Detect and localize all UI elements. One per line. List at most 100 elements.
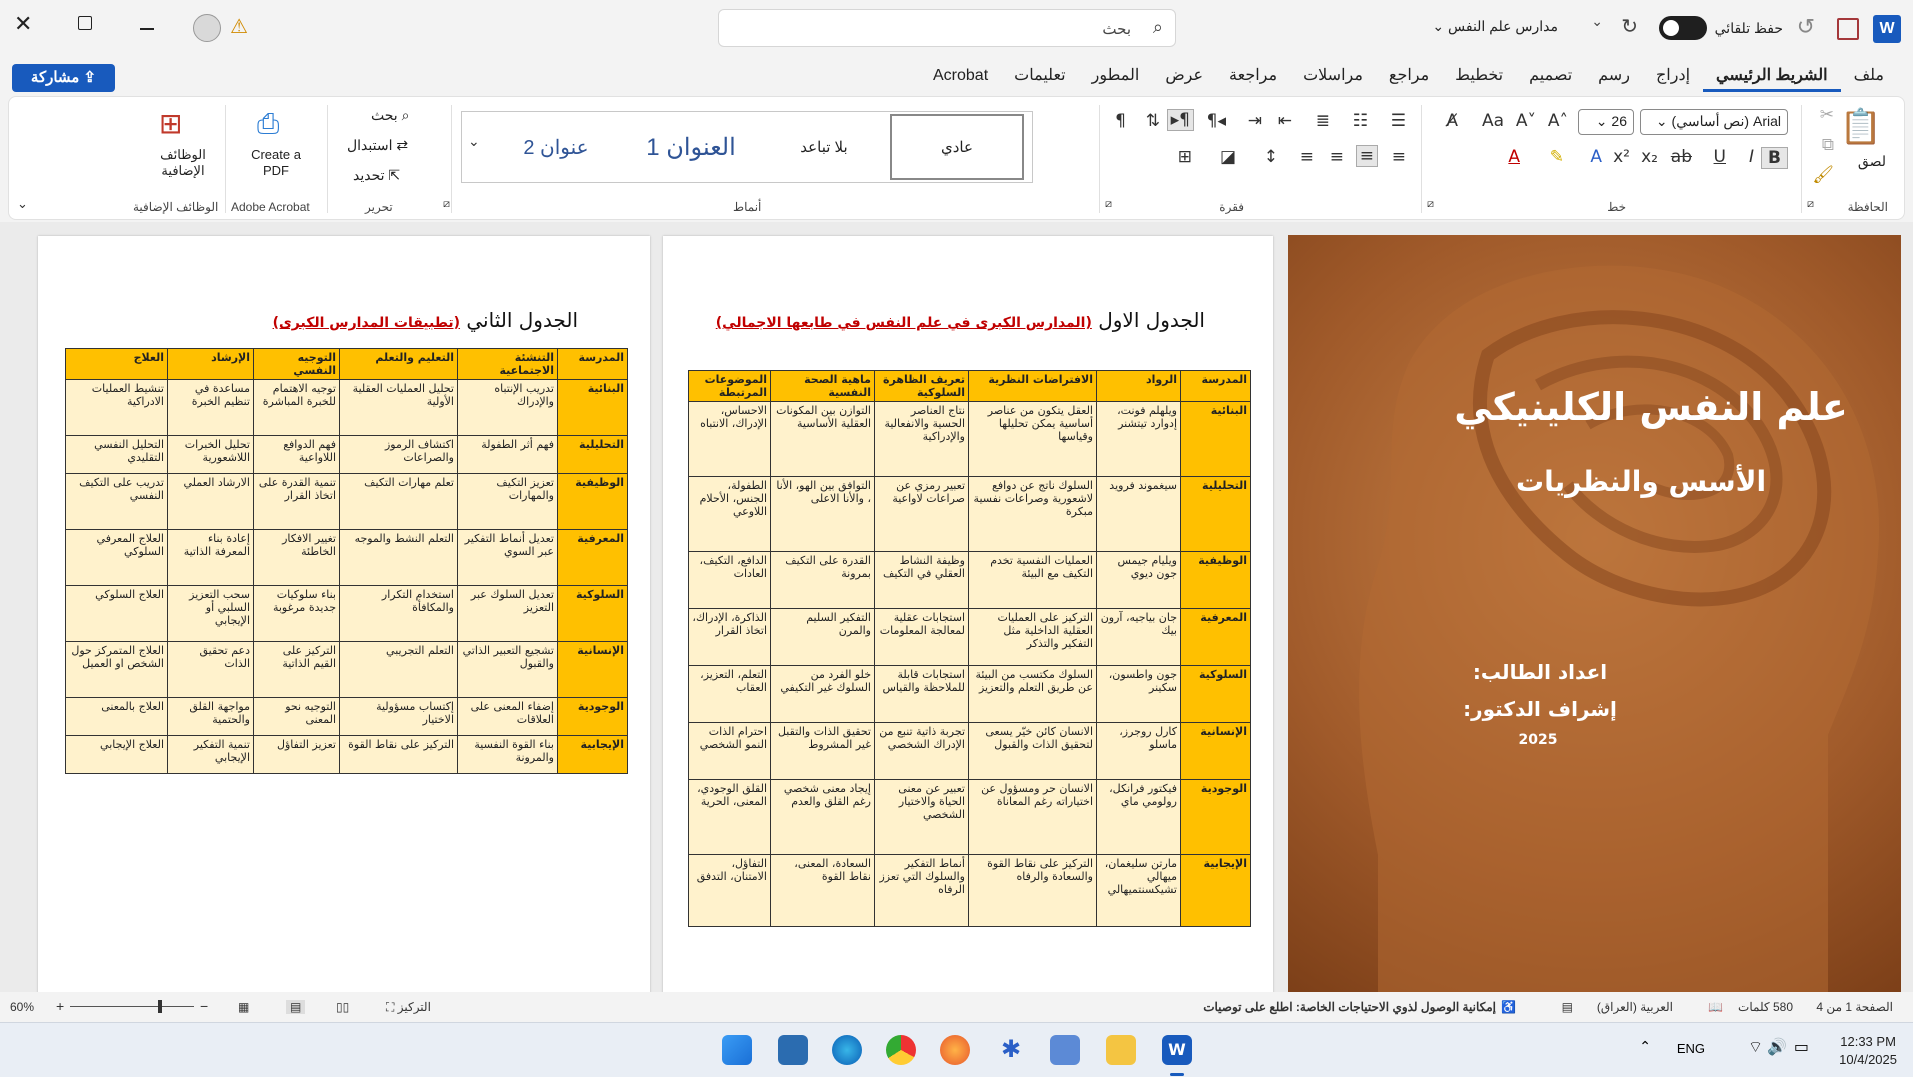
table-cell[interactable]: الطفولة، الجنس، الأحلام اللاوعي bbox=[688, 476, 771, 552]
table-cell[interactable]: تعبير رمزي عن صراعات لاواعية bbox=[874, 476, 969, 552]
table-cell[interactable]: مساعدة في تنظيم الخبرة bbox=[167, 379, 254, 436]
table-header-cell[interactable]: التعليم والتعلم bbox=[339, 348, 458, 380]
table-cell[interactable]: القدرة على التكيف بمرونة bbox=[770, 551, 875, 609]
strikethrough-icon[interactable]: ab bbox=[1671, 147, 1692, 167]
sort-icon[interactable]: ⇅ bbox=[1146, 111, 1160, 131]
table-cell[interactable]: العمليات النفسية تخدم التكيف مع البيئة bbox=[968, 551, 1097, 609]
security-app-icon[interactable] bbox=[778, 1035, 808, 1065]
format-painter-icon[interactable]: 🖌 bbox=[1812, 165, 1834, 185]
copy-icon[interactable]: ⧉ bbox=[1822, 135, 1834, 155]
start-icon[interactable] bbox=[722, 1035, 752, 1065]
table-cell[interactable]: بناء القوة النفسية والمرونة bbox=[457, 735, 558, 774]
table-cell[interactable]: تجربة ذاتية تنبع من الإدراك الشخصي bbox=[874, 722, 969, 780]
input-language[interactable]: ENG bbox=[1677, 1041, 1705, 1056]
table-row-header[interactable]: السلوكية bbox=[1180, 665, 1251, 723]
table-row-header[interactable]: السلوكية bbox=[557, 585, 628, 642]
text-effects-icon[interactable]: A bbox=[1590, 147, 1602, 167]
style-heading-1[interactable]: العنوان 1 bbox=[622, 112, 760, 182]
table-row-header[interactable]: التحليلية bbox=[557, 435, 628, 474]
table-cell[interactable]: الدافع، التكيف، العادات bbox=[688, 551, 771, 609]
table-cell[interactable]: سيغموند فرويد bbox=[1096, 476, 1181, 552]
page-count[interactable]: الصفحة 1 من 4 bbox=[1816, 1000, 1893, 1014]
grow-font-icon[interactable]: A˄ bbox=[1548, 111, 1568, 131]
volume-icon[interactable]: 🔊 bbox=[1767, 1037, 1787, 1056]
table-cell[interactable]: القلق الوجودي، المعنى، الحرية bbox=[688, 779, 771, 855]
wifi-icon[interactable]: ⌔ bbox=[1748, 1037, 1763, 1057]
table-cell[interactable]: تحليل العمليات العقلية الأولية bbox=[339, 379, 458, 436]
avatar[interactable] bbox=[193, 14, 221, 42]
table-cell[interactable]: توجيه الاهتمام للخبرة المباشرة bbox=[253, 379, 340, 436]
addins-button[interactable]: الوظائف الإضافية bbox=[147, 147, 219, 179]
table-cell[interactable]: التوازن بين المكونات العقلية الأساسية bbox=[770, 401, 875, 477]
table-row-header[interactable]: البنائية bbox=[1180, 401, 1251, 477]
table-cell[interactable]: أنماط التفكير والسلوك التي تعزز الرفاه bbox=[874, 854, 969, 927]
chrome-icon[interactable] bbox=[886, 1035, 916, 1065]
table-header-cell[interactable]: ماهية الصحة النفسية bbox=[770, 370, 875, 402]
table-header-cell[interactable]: الموضوعات المرتبطة bbox=[688, 370, 771, 402]
show-marks-icon[interactable]: ¶ bbox=[1115, 111, 1126, 131]
table-cell[interactable]: الاحساس، الإدراك، الانتباه bbox=[688, 401, 771, 477]
table-cell[interactable]: إعادة بناء المعرفة الذاتية bbox=[167, 529, 254, 586]
table-row-header[interactable]: البنائية bbox=[557, 379, 628, 436]
table-cell[interactable]: العلاج المتمركز حول الشخص او العميل bbox=[65, 641, 168, 698]
save-icon[interactable] bbox=[1837, 18, 1859, 40]
table-header-cell[interactable]: الافتراضات النظرية bbox=[968, 370, 1097, 402]
table-row-header[interactable]: الإنسانية bbox=[557, 641, 628, 698]
zoom-in-icon[interactable]: + bbox=[56, 998, 64, 1014]
table-cell[interactable]: احترام الذات النمو الشخصي bbox=[688, 722, 771, 780]
tab-home[interactable]: الشريط الرئيسي bbox=[1703, 66, 1841, 92]
decrease-indent-icon[interactable]: ⇤ bbox=[1278, 111, 1292, 131]
customize-toolbar-icon[interactable]: ⌄ bbox=[1591, 14, 1603, 30]
table-cell[interactable]: فهم أثر الطفولة bbox=[457, 435, 558, 474]
table-cell[interactable]: تعبير عن معنى الحياة والاختيار الشخصي bbox=[874, 779, 969, 855]
restore-icon[interactable] bbox=[78, 16, 92, 30]
table-cell[interactable]: تنشيط العمليات الادراكية bbox=[65, 379, 168, 436]
autosave-toggle[interactable] bbox=[1658, 16, 1707, 40]
table-row-header[interactable]: الوظيفية bbox=[557, 473, 628, 530]
paste-icon[interactable]: 📋 bbox=[1840, 107, 1882, 147]
read-mode-icon[interactable]: ▯▯ bbox=[336, 1000, 349, 1014]
web-layout-icon[interactable]: ▦ bbox=[238, 1000, 249, 1014]
paragraph-launcher-icon[interactable]: ⧄ bbox=[1105, 197, 1112, 211]
table-cell[interactable]: تعديل أنماط التفكير عبر السوي bbox=[457, 529, 558, 586]
table-header-cell[interactable]: التوجيه النفسي bbox=[253, 348, 340, 380]
paste-label[interactable]: لصق bbox=[1858, 153, 1886, 170]
table-cell[interactable]: مواجهة القلق والحتمية bbox=[167, 697, 254, 736]
edge-icon[interactable] bbox=[832, 1035, 862, 1065]
numbering-icon[interactable]: ☷ bbox=[1353, 111, 1368, 131]
tab-acrobat[interactable]: Acrobat bbox=[920, 66, 1001, 92]
replace-button[interactable]: استبدال ⇄ bbox=[347, 137, 408, 154]
table-cell[interactable]: تعزيز التكيف والمهارات bbox=[457, 473, 558, 530]
font-launcher-icon[interactable]: ⧄ bbox=[1427, 197, 1434, 211]
align-right-icon[interactable]: ≡ bbox=[1355, 145, 1378, 167]
bold-icon[interactable]: B bbox=[1761, 147, 1788, 169]
minimize-icon[interactable] bbox=[140, 28, 154, 30]
table-cell[interactable]: دعم تحقيق الذات bbox=[167, 641, 254, 698]
table-cell[interactable]: الارشاد العملي bbox=[167, 473, 254, 530]
tab-layout[interactable]: تخطيط bbox=[1442, 66, 1516, 92]
network-app-icon[interactable] bbox=[1050, 1035, 1080, 1065]
tab-developer[interactable]: المطور bbox=[1079, 66, 1153, 92]
font-name-select[interactable]: Arial (نص أساسي) ⌄ bbox=[1640, 109, 1788, 135]
print-layout-icon[interactable]: ▤ bbox=[286, 1000, 306, 1014]
tab-file[interactable]: ملف bbox=[1841, 66, 1897, 92]
table-cell[interactable]: استجابات عقلية لمعالجة المعلومات bbox=[874, 608, 969, 666]
table-cell[interactable]: جون واطسون، سكينر bbox=[1096, 665, 1181, 723]
table-cell[interactable]: استجابات قابلة للملاحظة والقياس bbox=[874, 665, 969, 723]
zoom-out-icon[interactable]: − bbox=[200, 998, 208, 1014]
zoom-level[interactable]: 60% bbox=[10, 1000, 34, 1014]
table-cell[interactable]: فهم الدوافع اللاواعية bbox=[253, 435, 340, 474]
table-cell[interactable]: تنمية القدرة على اتخاذ القرار bbox=[253, 473, 340, 530]
borders-icon[interactable]: ⊞ bbox=[1178, 147, 1192, 167]
redo-icon[interactable]: ↻ bbox=[1621, 14, 1638, 38]
table-cell[interactable]: التفاؤل، الامتنان، التدفق bbox=[688, 854, 771, 927]
text-predictions-icon[interactable]: ▤ bbox=[1562, 1000, 1573, 1014]
table-cell[interactable]: التركيز على نقاط القوة والسعادة والرفاه bbox=[968, 854, 1097, 927]
subscript-icon[interactable]: x₂ bbox=[1641, 147, 1658, 167]
create-pdf-button[interactable]: Create a PDF bbox=[247, 147, 305, 179]
table-cell[interactable]: تحقيق الذات والتقبل غير المشروط bbox=[770, 722, 875, 780]
clock[interactable]: 12:33 PM 10/4/2025 bbox=[1839, 1033, 1897, 1069]
addins-icon[interactable]: ⊞ bbox=[159, 107, 182, 140]
tab-review[interactable]: مراجعة bbox=[1216, 66, 1290, 92]
table-cell[interactable]: السلوك ناتج عن دوافع لاشعورية وصراعات نف… bbox=[968, 476, 1097, 552]
